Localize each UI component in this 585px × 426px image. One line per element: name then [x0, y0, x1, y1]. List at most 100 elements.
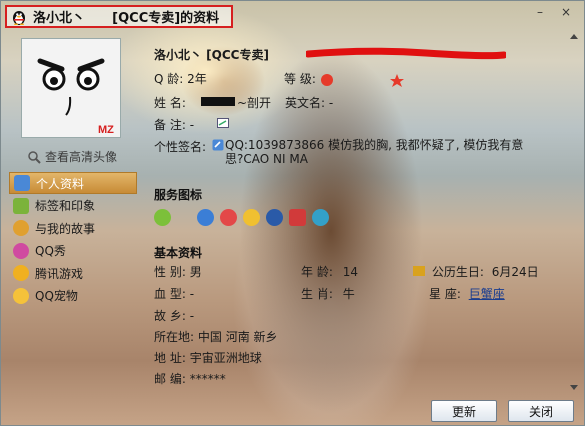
game-service-icon[interactable] — [289, 209, 306, 226]
nav-item-profile[interactable]: 个人资料 — [9, 172, 137, 194]
avatar-signature: MZ — [98, 124, 114, 136]
note-label: 备 注: — [154, 118, 186, 132]
field-label: 星 座: — [429, 287, 461, 301]
nav-item-label: QQ秀 — [35, 244, 66, 258]
nav-item-tags[interactable]: 标签和印象 — [9, 195, 137, 217]
hometown-field: 故 乡: - — [154, 307, 194, 324]
birthday-crown-icon — [413, 266, 425, 276]
profile-card-icon — [14, 175, 30, 191]
nav-item-story[interactable]: 与我的故事 — [9, 217, 137, 239]
redacted-scribble — [306, 47, 506, 60]
en-name-row: 英文名: - — [285, 94, 333, 111]
title-bar: 洛小北丶 [QCC专卖]的资料 — [5, 5, 233, 28]
diamond-service-icon[interactable] — [220, 209, 237, 226]
vip-service-icon[interactable] — [197, 209, 214, 226]
sun-level-icon — [320, 73, 333, 86]
refresh-button[interactable]: 更新 — [431, 400, 497, 422]
zodiac-field: 生 肖: 牛 — [301, 285, 355, 302]
location-field: 所在地: 中国 河南 新乡 — [154, 328, 278, 345]
nav-item-label: QQ宠物 — [35, 289, 78, 303]
signature-text: QQ:1039873866 模仿我的胸, 我都怀疑了, 模仿我有意思?CAO N… — [225, 138, 524, 166]
level-label: 等 级: — [284, 72, 316, 86]
story-icon — [13, 220, 29, 236]
field-value: 6月24日 — [491, 265, 539, 279]
content-scrollbar[interactable] — [568, 31, 580, 393]
field-value: ****** — [189, 372, 226, 386]
window-controls: – × — [530, 3, 576, 21]
avatar-face-icon: MZ — [22, 39, 120, 137]
globe-service-icon[interactable] — [312, 209, 329, 226]
gender-field: 性 别: 男 — [154, 263, 202, 280]
redacted-name-bar — [201, 97, 235, 106]
field-label: 所在地: — [154, 330, 195, 344]
name-suffix: ~剖开 — [237, 96, 272, 110]
avatar[interactable]: MZ — [21, 38, 121, 138]
minimize-button[interactable]: – — [530, 3, 550, 21]
field-value: 牛 — [342, 287, 355, 301]
qq-age-label: Q 龄: — [154, 72, 184, 86]
music-service-icon[interactable] — [266, 209, 283, 226]
moon-level-icon — [342, 74, 350, 85]
constellation-link[interactable]: 巨蟹座 — [469, 287, 505, 301]
signature-icon — [212, 139, 224, 151]
constellation-field: 星 座: 巨蟹座 — [429, 285, 505, 302]
field-label: 血 型: — [154, 287, 186, 301]
pet-icon — [13, 287, 29, 304]
field-value: - — [189, 287, 195, 301]
field-value: - — [189, 309, 195, 323]
en-name-value: - — [328, 96, 334, 110]
close-button[interactable]: 关闭 — [508, 400, 574, 422]
qq-age-row: Q 龄: 2年 — [154, 70, 207, 87]
level-row: 等 级: — [284, 70, 404, 87]
scroll-down-icon — [570, 385, 578, 390]
edit-note-icon[interactable] — [217, 118, 229, 128]
nav-item-label: 标签和印象 — [35, 199, 96, 213]
field-label: 邮 编: — [154, 372, 186, 386]
address-field: 地 址: 宇宙亚洲地球 — [154, 349, 262, 366]
qq-penguin-icon — [13, 10, 25, 25]
qq-age-value: 2年 — [187, 72, 207, 86]
field-value: 宇宙亚洲地球 — [189, 351, 262, 365]
service-icons — [154, 209, 329, 226]
nav-item-label: 个人资料 — [36, 176, 85, 191]
close-window-button[interactable]: × — [556, 3, 576, 21]
field-label: 地 址: — [154, 351, 186, 365]
qqshow-icon — [13, 242, 29, 259]
birthday-field: 公历生日: 6月24日 — [413, 263, 539, 280]
nav-item-games[interactable]: 腾讯游戏 — [9, 262, 137, 284]
game-icon — [13, 265, 29, 281]
nav-item-pet[interactable]: QQ宠物 — [9, 285, 137, 307]
service-icons-title: 服务图标 — [154, 188, 203, 202]
field-label: 公历生日: — [431, 265, 484, 279]
field-label: 性 别: — [154, 265, 186, 279]
nav-item-label: 与我的故事 — [35, 221, 96, 236]
field-value: 中国 河南 新乡 — [197, 330, 278, 344]
name-row: 姓 名: — [154, 94, 186, 111]
field-label: 年 龄: — [301, 265, 333, 279]
tag-icon — [13, 197, 29, 214]
nav-item-qqshow[interactable]: QQ秀 — [9, 240, 137, 262]
scroll-up-icon — [570, 34, 578, 39]
blood-field: 血 型: - — [154, 285, 194, 302]
view-hd-avatar-link[interactable]: 查看高清头像 — [27, 148, 117, 165]
yellow-diamond-service-icon[interactable] — [243, 209, 260, 226]
field-value: 男 — [189, 265, 202, 279]
field-label: 故 乡: — [154, 309, 186, 323]
profile-window: 洛小北丶 [QCC专卖]的资料 – × MZ 查看高清头像 个人资料 标签和印象… — [0, 0, 585, 426]
field-value: 14 — [342, 265, 358, 279]
chat-service-icon[interactable] — [154, 209, 171, 226]
note-row: 备 注: - — [154, 116, 194, 133]
nav-item-label: 腾讯游戏 — [35, 266, 84, 281]
level-icons — [320, 73, 404, 87]
note-value: - — [189, 118, 195, 132]
signature-label: 个性签名: — [154, 140, 207, 154]
real-name-label: 姓 名: — [154, 96, 186, 110]
magnifier-icon — [28, 150, 41, 164]
basic-info-title: 基本资料 — [154, 246, 203, 260]
en-name-label: 英文名: — [285, 96, 326, 110]
age-field: 年 龄: 14 — [301, 263, 358, 280]
left-nav: 个人资料 标签和印象 与我的故事 QQ秀 腾讯游戏 QQ宠物 — [9, 172, 137, 307]
moon-level-icon — [374, 74, 382, 85]
postcode-field: 邮 编: ****** — [154, 370, 226, 387]
field-label: 生 肖: — [301, 287, 333, 301]
